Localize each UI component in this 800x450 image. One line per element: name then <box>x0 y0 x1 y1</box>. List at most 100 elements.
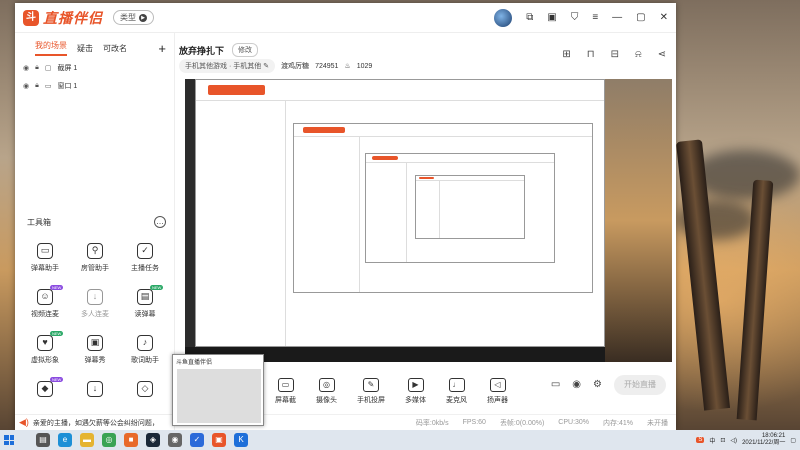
room-title: 放弃挣扎下 <box>179 45 225 56</box>
tool-label: 视频连麦 <box>31 311 59 318</box>
tool-host-task[interactable]: ✓ 主播任务 <box>120 243 170 273</box>
add-scene-button[interactable]: + <box>158 41 166 56</box>
save-icon[interactable]: ▣ <box>547 12 556 23</box>
source-item[interactable]: ◉ 🔒︎ ▢ 截屏 1 <box>15 59 174 77</box>
tool-virtual-avatar[interactable]: ♥ NEW 虚拟形象 <box>20 331 70 365</box>
tab-my-scenes[interactable]: 我的场景 <box>35 40 67 56</box>
lock-icon[interactable]: 🔒︎ <box>35 82 39 90</box>
add-phone-cast[interactable]: ✎ 手机投屏 <box>357 377 385 405</box>
preview-nested-window <box>415 175 525 239</box>
microphone-icon: ♩ <box>448 377 465 392</box>
ime-indicator[interactable]: 中 <box>709 436 715 445</box>
pencil-icon[interactable]: ✎ <box>263 63 269 70</box>
tool-multi-link[interactable]: ↓ 多人连麦 <box>70 289 120 319</box>
tool-label: 摄像头 <box>316 396 337 404</box>
tool-item-11[interactable]: ↓ <box>70 381 120 397</box>
tool-item-12[interactable]: ◇ <box>120 381 170 397</box>
add-media[interactable]: ▶ 多媒体 <box>405 377 426 405</box>
edit-title-button[interactable]: 修改 <box>232 43 259 57</box>
eye-icon[interactable]: ◉ <box>23 64 29 72</box>
settings-icon[interactable]: ⚙ <box>593 379 602 390</box>
source-label: 截屏 1 <box>57 65 78 72</box>
bell-icon[interactable]: ⍾ <box>635 49 642 60</box>
tool-lyrics[interactable]: ♪ 歌词助手 <box>120 335 170 365</box>
category-tag[interactable]: 手机其他游戏 · 手机其他 ✎ <box>179 59 276 73</box>
microphone-control[interactable]: ♩ 麦克风 <box>446 377 467 405</box>
share-icon[interactable]: ⋖ <box>658 49 666 60</box>
danmu-icon: ▭ <box>37 243 53 259</box>
speaker-icon: ◀) <box>19 417 29 427</box>
memory-status: 内存:41% <box>603 419 633 427</box>
main-actions: ⊞ ⊓ ⊟ ⍾ ⋖ <box>562 49 666 60</box>
task-view-icon[interactable]: ▤ <box>36 433 50 447</box>
notification-icon[interactable]: ▢ <box>790 437 796 444</box>
live-preview[interactable] <box>185 79 672 362</box>
tool-label: 读弹幕 <box>134 311 156 318</box>
check-app-icon[interactable]: ✓ <box>190 433 204 447</box>
blue-app-icon[interactable]: K <box>234 433 248 447</box>
tools-icon[interactable]: ⊞ <box>562 49 570 60</box>
system-tray: S 中 ⊡ ◁) 18:06:21 2021/11/22/周一 ▢ <box>696 433 796 447</box>
tool-item-10[interactable]: ◆ NEW <box>20 377 70 397</box>
record-icon[interactable]: ▭ <box>551 379 560 390</box>
room-info-row: 手机其他游戏 · 手机其他 ✎ 渡鸡厉糖 724951 ♨ 1029 <box>179 59 372 73</box>
shirt-icon[interactable]: ⛉ <box>571 12 579 23</box>
green-app-icon[interactable]: ◎ <box>102 433 116 447</box>
volume-icon[interactable]: ◁) <box>730 437 737 444</box>
close-icon[interactable]: ✕ <box>660 12 668 23</box>
tool-danmu-show[interactable]: ▣ 弹幕秀 <box>70 335 120 365</box>
box-icon[interactable]: ⊟ <box>611 49 619 60</box>
unlock-icon[interactable]: ⊓ <box>587 49 595 60</box>
lock-icon[interactable]: 🔒︎ <box>35 64 39 72</box>
diamond-icon: ◇ <box>137 381 153 397</box>
tool-label: 多媒体 <box>405 396 426 404</box>
record-controls: ▭ ◉ ⚙ <box>551 379 602 390</box>
scene-sidebar: 我的场景 疑击 可改名 + ◉ 🔒︎ ▢ 截屏 1 ◉ 🔒︎ ▭ 窗口 1 工具… <box>15 33 175 430</box>
type-selector-button[interactable]: 类型 ▶ <box>113 10 154 25</box>
tool-read-danmu[interactable]: ▤ NEW 读弹幕 <box>120 285 170 319</box>
tv-icon: ▣ <box>87 335 103 351</box>
tool-label: 房管助手 <box>81 265 109 272</box>
add-camera[interactable]: ◎ 摄像头 <box>316 377 337 405</box>
new-badge: NEW <box>50 331 64 336</box>
minimize-icon[interactable]: — <box>612 12 622 23</box>
start-live-button[interactable]: 开始直播 <box>614 375 666 395</box>
screen-share-icon[interactable]: ⧉ <box>526 12 533 23</box>
read-danmu-icon: ▤ <box>137 289 153 305</box>
tool-danmu-assistant[interactable]: ▭ 弹幕助手 <box>20 243 70 273</box>
windows-start-icon[interactable] <box>4 435 14 445</box>
app-grey-icon[interactable]: ◉ <box>168 433 182 447</box>
tool-video-link[interactable]: ☺ NEW 视频连麦 <box>20 285 70 319</box>
sogou-icon[interactable]: S <box>696 437 705 443</box>
clock[interactable]: 18:06:21 2021/11/22/周一 <box>742 433 785 447</box>
camera-icon: ◎ <box>318 377 335 392</box>
douyu-icon[interactable]: ▣ <box>212 433 226 447</box>
source-item[interactable]: ◉ 🔒︎ ▭ 窗口 1 <box>15 77 174 95</box>
type-label: 类型 <box>120 13 136 22</box>
tab-scene-2[interactable]: 疑击 <box>77 43 93 54</box>
explorer-icon[interactable]: ▬ <box>80 433 94 447</box>
notice-bar[interactable]: ◀) 亲爱的主播，如遇欠薪等公会纠纷问题， <box>15 414 174 430</box>
add-screen-capture[interactable]: ▭ 屏幕截 <box>275 377 296 405</box>
steam-icon[interactable]: ◈ <box>146 433 160 447</box>
network-icon[interactable]: ⊡ <box>720 437 725 444</box>
eye-icon[interactable]: ◉ <box>572 379 581 390</box>
tool-label: 扬声器 <box>487 396 508 404</box>
avatar[interactable] <box>494 8 513 27</box>
tab-scene-3[interactable]: 可改名 <box>103 43 127 54</box>
more-icon[interactable]: … <box>154 216 166 228</box>
download-icon: ↓ <box>87 381 103 397</box>
tool-room-admin[interactable]: ⚲ 房管助手 <box>70 243 120 273</box>
admin-icon: ⚲ <box>87 243 103 259</box>
tool-label: 歌词助手 <box>131 357 159 364</box>
orange-app-icon[interactable]: ■ <box>124 433 138 447</box>
eye-icon[interactable]: ◉ <box>23 82 29 90</box>
menu-icon[interactable]: ≡ <box>592 12 598 23</box>
edge-icon[interactable]: e <box>58 433 72 447</box>
network-status: 未开播 <box>647 419 668 427</box>
maximize-icon[interactable]: ▢ <box>636 12 645 23</box>
speaker-control[interactable]: ◁ 扬声器 <box>487 377 508 405</box>
taskbar-thumbnail-popup[interactable]: 斗鱼直播伴侣 <box>172 354 264 426</box>
tool-label: 主播任务 <box>131 265 159 272</box>
tool-label: 手机投屏 <box>357 396 385 404</box>
